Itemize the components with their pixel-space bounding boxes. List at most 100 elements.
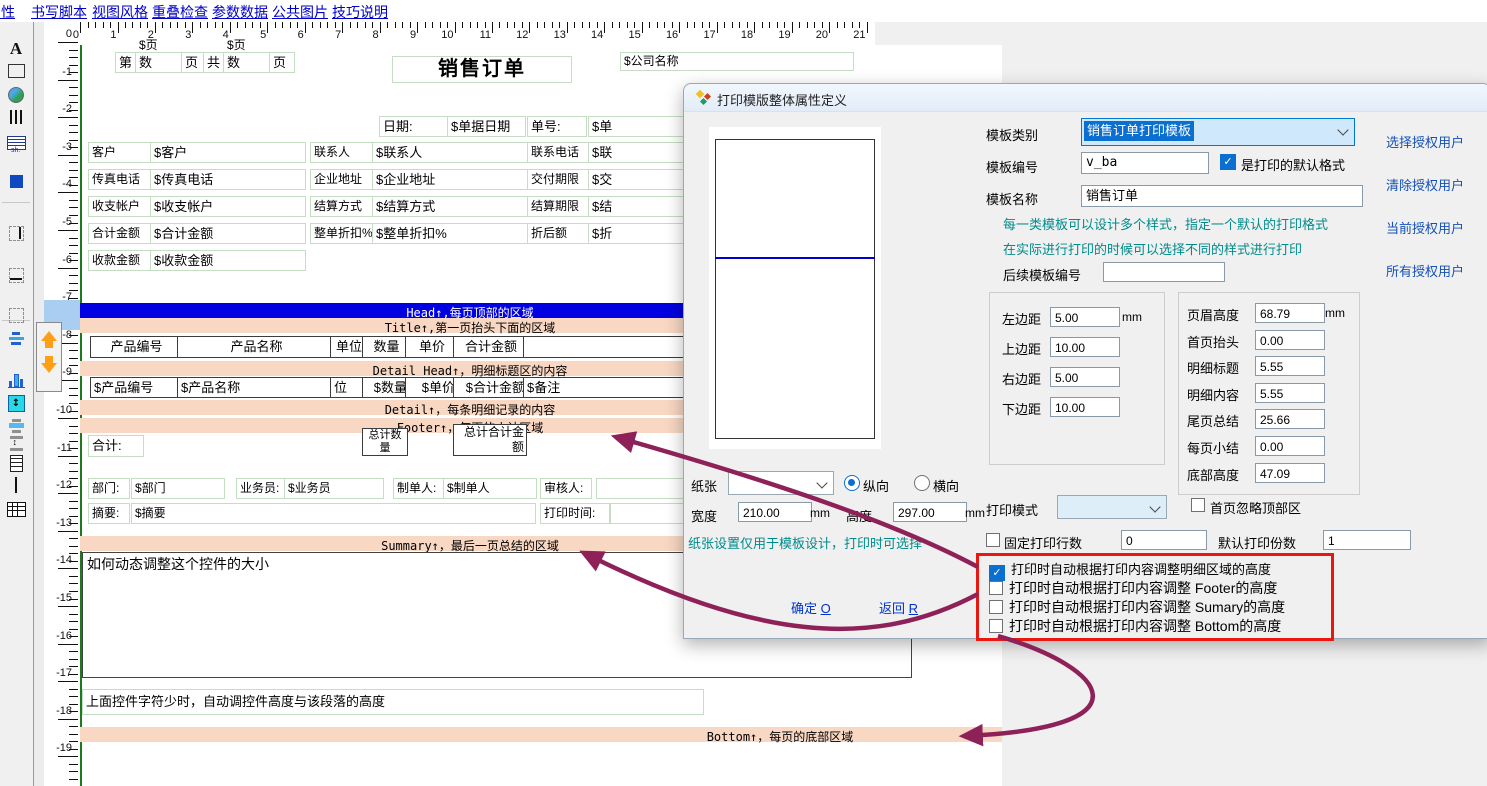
select-vline-tool-icon[interactable] bbox=[5, 222, 27, 244]
paper-combobox[interactable] bbox=[728, 471, 834, 495]
menu-item-2[interactable]: 书写脚本 bbox=[31, 2, 87, 22]
page-number-field[interactable]: 数 bbox=[223, 52, 275, 73]
move-band-up-icon[interactable] bbox=[41, 331, 57, 341]
auto-adjust-footer-checkbox[interactable] bbox=[989, 581, 1003, 595]
totals-label[interactable]: 合计: bbox=[88, 435, 144, 457]
detail-row-cell[interactable]: $产品名称 bbox=[177, 377, 336, 398]
height-input[interactable]: 68.79 bbox=[1255, 303, 1325, 323]
paper-width-input[interactable]: 210.00 bbox=[738, 502, 812, 522]
menu-item-7[interactable]: 技巧说明 bbox=[332, 2, 388, 22]
height-input[interactable]: 0.00 bbox=[1255, 330, 1325, 350]
field-label[interactable]: 传真电话 bbox=[88, 169, 152, 190]
template-name-input[interactable]: 销售订单 bbox=[1081, 185, 1363, 207]
detail-header-cell[interactable]: 产品名称 bbox=[177, 336, 336, 358]
margin-input[interactable]: 10.00 bbox=[1050, 397, 1120, 417]
field-value[interactable]: $收款金额 bbox=[150, 250, 306, 271]
field-value[interactable]: $合计金额 bbox=[150, 223, 306, 244]
select-hline-tool-icon[interactable] bbox=[5, 264, 27, 286]
detail-row-cell[interactable]: $产品编号 bbox=[90, 377, 183, 398]
field-value[interactable]: $企业地址 bbox=[372, 169, 528, 190]
dialog-title-bar[interactable]: 打印模版整体属性定义 bbox=[684, 84, 1487, 112]
portrait-radio[interactable] bbox=[844, 475, 860, 491]
height-input[interactable]: 47.09 bbox=[1255, 463, 1325, 483]
field-value[interactable]: $结算方式 bbox=[372, 196, 528, 217]
margin-input[interactable]: 5.00 bbox=[1050, 367, 1120, 387]
margin-input[interactable]: 10.00 bbox=[1050, 337, 1120, 357]
text-tool-icon[interactable]: A bbox=[5, 38, 27, 60]
rectangle-tool-icon[interactable] bbox=[5, 60, 27, 82]
total-qty-box[interactable]: 总计数量 bbox=[362, 428, 408, 456]
order-date-row-field[interactable]: $单 bbox=[588, 116, 688, 137]
field-label[interactable]: 联系人 bbox=[310, 142, 374, 163]
rows-tool-icon[interactable] bbox=[5, 452, 27, 474]
sign-value[interactable]: $制单人 bbox=[443, 478, 537, 499]
field-value[interactable]: $结 bbox=[588, 196, 688, 217]
copies-input[interactable]: 1 bbox=[1323, 530, 1411, 550]
next-template-input[interactable] bbox=[1103, 262, 1225, 282]
detail-row-cell[interactable]: $单价 bbox=[405, 377, 459, 398]
select-box-tool-icon[interactable] bbox=[5, 304, 27, 326]
height-input[interactable]: 5.55 bbox=[1255, 383, 1325, 403]
script-tool-icon[interactable]: sh. bbox=[5, 132, 27, 154]
field-value[interactable]: $折 bbox=[588, 223, 688, 244]
page-number-text[interactable]: 页 bbox=[269, 52, 295, 73]
back-button[interactable]: 返回 R bbox=[879, 598, 918, 617]
report-title[interactable]: 销售订单 bbox=[392, 56, 572, 83]
field-value[interactable]: $联 bbox=[588, 142, 688, 163]
field-label[interactable]: 合计金额 bbox=[88, 223, 152, 244]
field-label[interactable]: 结算期限 bbox=[527, 196, 589, 217]
menu-item-5[interactable]: 参数数据 bbox=[212, 2, 268, 22]
field-label[interactable]: 企业地址 bbox=[310, 169, 374, 190]
detail-header-cell[interactable]: 数量 bbox=[362, 336, 411, 358]
field-label[interactable]: 折后额 bbox=[527, 223, 589, 244]
sign-label[interactable]: 审核人: bbox=[540, 478, 592, 499]
table-tool-icon[interactable] bbox=[5, 498, 27, 520]
order-date-row-field[interactable]: 单号: bbox=[527, 116, 587, 137]
field-label[interactable]: 交付期限 bbox=[527, 169, 589, 190]
field-value[interactable]: $联系人 bbox=[372, 142, 528, 163]
band-bottom[interactable]: Bottom↑，每页的底部区域 bbox=[80, 727, 1002, 742]
field-label[interactable]: 客户 bbox=[88, 142, 152, 163]
detail-row-cell[interactable]: $数量 bbox=[362, 377, 411, 398]
sign-label[interactable]: 业务员: bbox=[236, 478, 288, 499]
all-auth-users-link[interactable]: 所有授权用户 bbox=[1386, 261, 1464, 280]
field-value[interactable]: $传真电话 bbox=[150, 169, 306, 190]
menu-item-4[interactable]: 重叠检查 bbox=[152, 2, 208, 22]
default-format-checkbox[interactable]: ✓ bbox=[1220, 154, 1236, 170]
sign-label[interactable]: 部门: bbox=[88, 478, 130, 499]
field-label[interactable]: 结算方式 bbox=[310, 196, 374, 217]
menu-item-6[interactable]: 公共图片 bbox=[272, 2, 328, 22]
chart-tool-icon[interactable] bbox=[5, 370, 27, 392]
field-label[interactable]: 整单折扣% bbox=[310, 223, 374, 244]
note-label[interactable]: 摘要: bbox=[88, 503, 130, 524]
print-mode-combobox[interactable] bbox=[1057, 495, 1167, 519]
vertical-ruler[interactable]: 0-1-2-3-4-5-6-7-8-9-10-11-12-13-14-15-16… bbox=[44, 45, 80, 786]
menu-item-3[interactable]: 视图风格 bbox=[92, 2, 148, 22]
field-value[interactable]: $客户 bbox=[150, 142, 306, 163]
move-band-down-icon[interactable] bbox=[41, 363, 57, 373]
align-center-tool-icon[interactable] bbox=[5, 328, 27, 350]
detail-header-cell[interactable]: 合计金额 bbox=[453, 336, 529, 358]
field-value[interactable]: $整单折扣% bbox=[372, 223, 528, 244]
order-date-row-field[interactable]: 日期: bbox=[379, 116, 449, 137]
horizontal-ruler[interactable]: 0123456789101112131415161718192021 bbox=[44, 22, 875, 46]
height-input[interactable]: 5.55 bbox=[1255, 356, 1325, 376]
auto-adjust-bottom-checkbox[interactable] bbox=[989, 619, 1003, 633]
field-label[interactable]: 收款金额 bbox=[88, 250, 152, 271]
field-label[interactable]: 联系电话 bbox=[527, 142, 589, 163]
skip-top-checkbox[interactable] bbox=[1191, 498, 1205, 512]
sign-value[interactable]: $业务员 bbox=[284, 478, 384, 499]
field-label[interactable]: 收支帐户 bbox=[88, 196, 152, 217]
order-date-row-field[interactable]: $单据日期 bbox=[447, 116, 526, 137]
fill-color-tool-icon[interactable] bbox=[5, 170, 27, 192]
sign-label[interactable]: 制单人: bbox=[393, 478, 444, 499]
auto-adjust-sumary-checkbox[interactable] bbox=[989, 600, 1003, 614]
height-input[interactable]: 0.00 bbox=[1255, 436, 1325, 456]
sign-value[interactable] bbox=[596, 478, 688, 499]
landscape-radio[interactable] bbox=[914, 475, 930, 491]
total-amount-box[interactable]: 总计合计金额 bbox=[453, 424, 527, 456]
detail-header-cell[interactable]: 产品编号 bbox=[90, 336, 183, 358]
sign-value[interactable]: $部门 bbox=[131, 478, 225, 499]
clear-auth-users-link[interactable]: 清除授权用户 bbox=[1386, 175, 1464, 194]
template-code-input[interactable]: v_ba bbox=[1081, 152, 1209, 174]
